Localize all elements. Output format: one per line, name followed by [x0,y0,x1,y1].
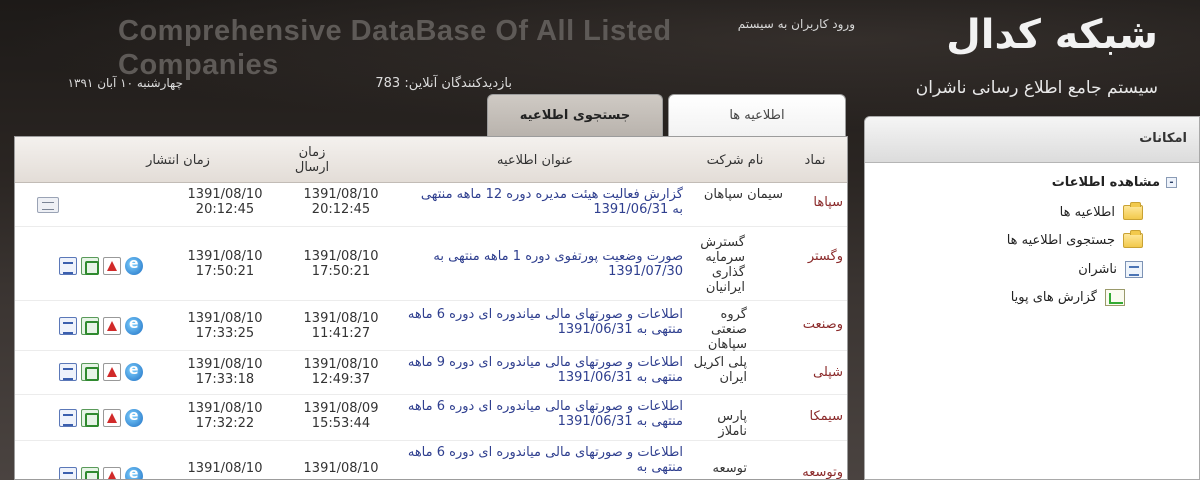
pdf-icon[interactable] [103,467,121,479]
attachment-icon[interactable] [37,197,59,213]
sidebar-item-label: ناشران [1078,262,1117,277]
row-symbol[interactable]: وصنعت [787,317,843,332]
row-attachments [59,466,143,479]
brand-subtitle: سیستم جامع اطلاع رسانی ناشران [915,78,1158,98]
excel-icon[interactable] [81,467,99,479]
table-header: نماد نام شرکت عنوان اطلاعیه زمان ارسال ز… [15,137,847,183]
folder-icon [1123,230,1143,248]
row-company: توسعه [712,461,747,476]
tree-root-view-info[interactable]: - مشاهده اطلاعات [927,175,1177,190]
column-header-symbol[interactable]: نماد [785,153,845,168]
row-title-link[interactable]: اطلاعات و صورتهای مالی میاندوره ای دوره … [407,399,683,429]
sidebar-item-label: گزارش های پویا [1010,290,1097,305]
login-link[interactable]: ورود کاربران به سیستم [690,16,855,32]
row-symbol[interactable]: شپلی [787,365,843,380]
tab-announcements[interactable]: اطلاعیه ها [668,94,846,136]
sidebar-item-dynamic-reports[interactable]: گزارش های پویا [905,289,1125,306]
announcements-table: نماد نام شرکت عنوان اطلاعیه زمان ارسال ز… [14,136,848,480]
row-title-link[interactable]: گزارش فعالیت هیئت مدیره دوره 12 ماهه منت… [407,187,683,217]
row-symbol[interactable]: سپاها [787,195,843,210]
row-symbol[interactable]: وگستر [787,249,843,264]
brand-title[interactable]: شبکه کدال [898,12,1158,58]
row-symbol[interactable]: وتوسعه [787,465,843,479]
row-attachments [59,316,143,335]
column-header-sent-time[interactable]: زمان ارسال [287,145,337,175]
watermark-tagline: Comprehensive DataBase Of All Listed Com… [118,15,672,81]
sidebar-item-search-announcements[interactable]: جستجوی اطلاعیه ها [923,230,1143,248]
sidebar-item-publishers[interactable]: ناشران [923,261,1143,278]
row-attachments [59,408,143,427]
row-publish-date: 1391/08/10 17:50:21 [187,249,263,279]
row-company: گروه صنعتی سپاهان [707,307,747,352]
row-company: پارس ناملاز [717,409,747,439]
row-title-link[interactable]: اطلاعات و صورتهای مالی میاندوره ای دوره … [407,445,683,475]
column-header-title[interactable]: عنوان اطلاعیه [395,153,675,168]
sidebar-item-label: جستجوی اطلاعیه ها [1006,233,1115,248]
online-visitors: بازدیدکنندگان آنلاین: 783 [375,76,512,91]
excel-icon[interactable] [81,317,99,335]
ie-icon[interactable] [125,362,143,381]
row-attachments [59,256,143,275]
document-icon [1125,261,1143,278]
word-icon[interactable] [59,317,77,335]
collapse-toggle-icon[interactable]: - [1166,177,1177,188]
ie-icon[interactable] [125,256,143,275]
pdf-icon[interactable] [103,317,121,335]
excel-icon[interactable] [81,363,99,381]
pdf-icon[interactable] [103,363,121,381]
row-publish-date: 1391/08/10 20:12:45 [187,187,263,217]
chart-document-icon [1105,289,1125,306]
row-title-link[interactable]: اطلاعات و صورتهای مالی میاندوره ای دوره … [407,355,683,385]
row-symbol[interactable]: سیمکا [787,409,843,424]
word-icon[interactable] [59,257,77,275]
row-title-link[interactable]: صورت وضعیت پورتفوی دوره 1 ماهه منتهی به … [407,249,683,279]
row-sent-date: 1391/08/10 17:50:21 [303,249,379,279]
row-sent-date: 1391/08/10 12:49:37 [303,357,379,387]
row-publish-date: 1391/08/10 17:33:18 [187,357,263,387]
table-row[interactable]: سپاها سیمان سپاهان گزارش فعالیت هیئت مدی… [15,183,847,227]
row-sent-date: 1391/08/09 15:53:44 [303,401,379,431]
row-sent-date: 1391/08/10 [303,461,379,476]
row-publish-date: 1391/08/10 17:33:25 [187,311,263,341]
pdf-icon[interactable] [103,257,121,275]
row-company: گسترش سرمایه گذاری ایرانیان [700,235,745,295]
table-row[interactable]: شپلی پلی اکریل ایران اطلاعات و صورتهای م… [15,351,847,395]
excel-icon[interactable] [81,409,99,427]
row-publish-date: 1391/08/10 [187,461,263,476]
row-attachments [59,362,143,381]
row-sent-date: 1391/08/10 20:12:45 [303,187,379,217]
sidebar-panel: امکانات - مشاهده اطلاعات اطلاعیه ها جستج… [864,116,1200,480]
row-attachments [37,197,59,213]
table-row[interactable]: وصنعت گروه صنعتی سپاهان اطلاعات و صورتها… [15,301,847,352]
word-icon[interactable] [59,363,77,381]
tree-root-label: مشاهده اطلاعات [1051,175,1160,190]
sidebar-item-announcements[interactable]: اطلاعیه ها [923,202,1143,220]
row-company: پلی اکریل ایران [693,355,747,385]
row-company: سیمان سپاهان [703,187,783,202]
ie-icon[interactable] [125,466,143,479]
column-header-company[interactable]: نام شرکت [685,153,785,168]
word-icon[interactable] [59,409,77,427]
sidebar-item-label: اطلاعیه ها [1059,205,1115,220]
pdf-icon[interactable] [103,409,121,427]
folder-icon [1123,202,1143,220]
current-date: چهارشنبه ۱۰ آبان ۱۳۹۱ [67,76,183,90]
sidebar-header: امکانات [865,117,1199,163]
row-sent-date: 1391/08/10 11:41:27 [303,311,379,341]
column-header-publish-time[interactable]: زمان انتشار [123,153,233,168]
tab-search-announcements[interactable]: جستجوی اطلاعیه [487,94,663,136]
excel-icon[interactable] [81,257,99,275]
ie-icon[interactable] [125,408,143,427]
ie-icon[interactable] [125,316,143,335]
table-row[interactable]: وگستر گسترش سرمایه گذاری ایرانیان صورت و… [15,227,847,301]
word-icon[interactable] [59,467,77,479]
row-publish-date: 1391/08/10 17:32:22 [187,401,263,431]
table-row[interactable]: سیمکا پارس ناملاز اطلاعات و صورتهای مالی… [15,395,847,441]
row-title-link[interactable]: اطلاعات و صورتهای مالی میاندوره ای دوره … [407,307,683,337]
table-row[interactable]: وتوسعه توسعه اطلاعات و صورتهای مالی میان… [15,441,847,479]
